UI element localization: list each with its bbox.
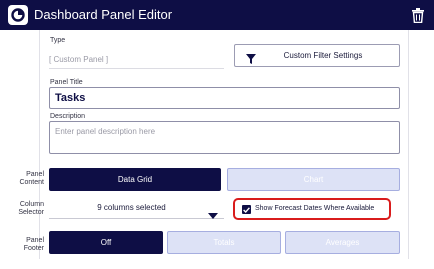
footer-averages-button[interactable]: Averages [285, 231, 400, 254]
type-label: Type [50, 37, 66, 44]
window-title: Dashboard Panel Editor [34, 7, 173, 22]
title-bar: Dashboard Panel Editor [0, 0, 434, 30]
custom-filter-settings-button[interactable]: Custom Filter Settings [234, 44, 400, 67]
column-selector-dropdown[interactable]: 9 columns selected [49, 197, 224, 219]
app-logo-icon [8, 5, 28, 25]
type-field: [ Custom Panel ] [49, 55, 224, 69]
panel-title-label: Panel Title [50, 79, 83, 86]
column-selector-label: Column Selector [18, 201, 44, 216]
show-forecast-dates-checkbox[interactable]: Show Forecast Dates Where Available [233, 198, 391, 220]
footer-off-button[interactable]: Off [49, 231, 163, 254]
custom-filter-settings-label: Custom Filter Settings [283, 51, 363, 60]
panel-title-input[interactable]: Tasks [49, 87, 400, 109]
show-forecast-dates-label: Show Forecast Dates Where Available [255, 205, 375, 212]
column-selector-value: 9 columns selected [97, 203, 166, 212]
panel-footer-label: Panel Footer [23, 237, 44, 252]
description-input[interactable]: Enter panel description here [49, 121, 400, 154]
content-chart-button[interactable]: Chart [227, 168, 400, 191]
content-data-grid-button[interactable]: Data Grid [49, 168, 221, 191]
footer-totals-button[interactable]: Totals [167, 231, 281, 254]
panel-content-label: Panel Content [19, 171, 44, 186]
chevron-down-icon [208, 206, 218, 224]
trash-icon[interactable] [410, 6, 426, 24]
checkbox-checked-icon [242, 205, 251, 214]
description-label: Description [50, 113, 86, 120]
